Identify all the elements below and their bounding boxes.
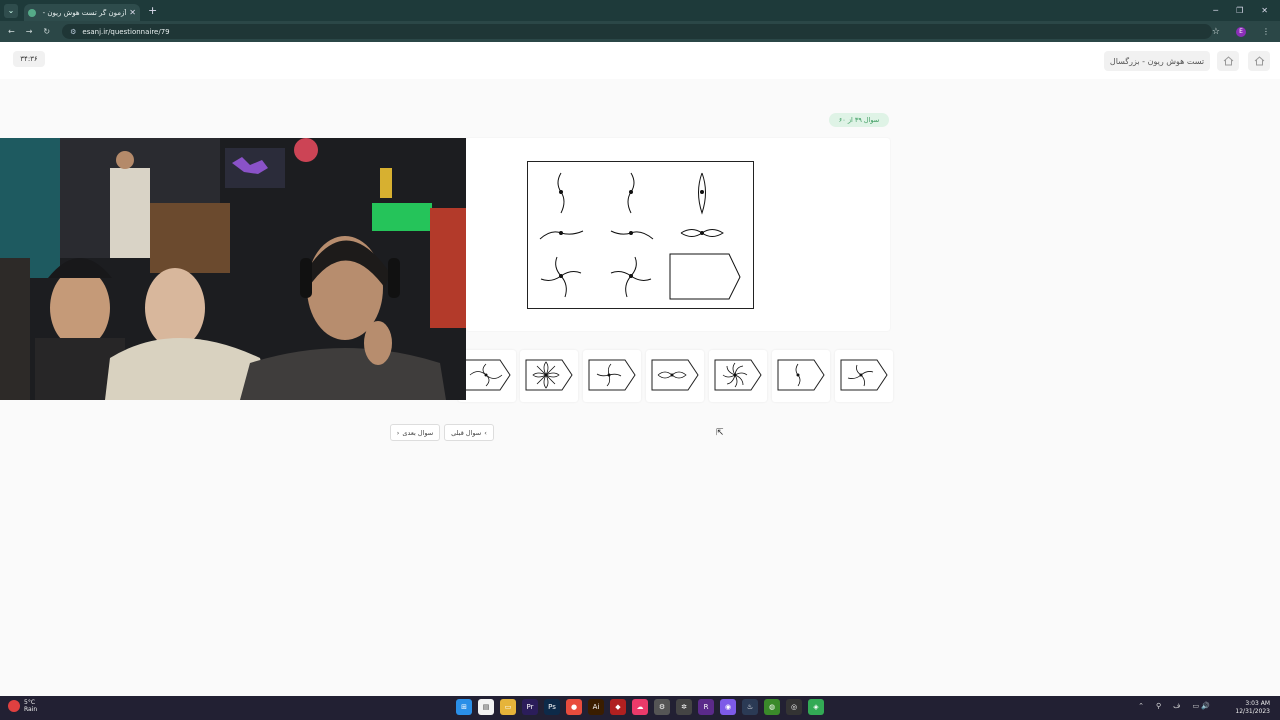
window-controls: ─ ❐ ✕ <box>1213 6 1268 15</box>
close-window-icon[interactable]: ✕ <box>1261 6 1268 15</box>
weather-icon <box>8 700 20 712</box>
microphone-icon[interactable]: ⚲ <box>1156 702 1161 710</box>
option-1[interactable] <box>458 350 516 402</box>
close-tab-icon[interactable]: ✕ <box>129 8 136 17</box>
new-tab-icon[interactable]: + <box>148 4 157 17</box>
question-counter: سوال ۳۹ از ۶۰ <box>829 113 889 127</box>
tab-search-icon[interactable]: ⌄ <box>4 3 18 18</box>
file-explorer-icon[interactable]: ▭ <box>500 699 516 715</box>
option-2[interactable] <box>520 350 578 402</box>
previous-question-button[interactable]: › سوال قبلی <box>444 424 494 441</box>
url-text: esanj.ir/questionnaire/79 <box>82 27 170 36</box>
reload-icon[interactable]: ↻ <box>43 27 50 36</box>
premiere-icon[interactable]: Pr <box>522 699 538 715</box>
language-icon[interactable]: ف <box>1173 702 1180 710</box>
back-icon[interactable]: ← <box>8 27 15 36</box>
option-3[interactable] <box>583 350 641 402</box>
profile-avatar[interactable]: E <box>1236 26 1246 37</box>
menu-kebab-icon[interactable]: ⋮ <box>1262 27 1270 36</box>
browser-green-icon[interactable]: ◍ <box>764 699 780 715</box>
active-chrome-icon[interactable]: ◈ <box>808 699 824 715</box>
chevron-left-icon: ‹ <box>396 428 400 437</box>
timer: ۳۴:۳۶ <box>13 51 45 67</box>
chrome-icon[interactable]: ● <box>566 699 582 715</box>
file-icon[interactable]: ▤ <box>478 699 494 715</box>
weather-widget[interactable]: 5°C Rain <box>8 699 37 713</box>
clock-time: 3:03 AM <box>1245 700 1270 707</box>
settings-gear-icon[interactable]: ⚙ <box>654 699 670 715</box>
taskbar-apps: ⊞ ▤ ▭ Pr Ps ● Ai ◆ ☁ ⚙ ✲ R ◉ ♨ ◍ ◎ ◈ <box>456 699 824 715</box>
network-volume-icon[interactable]: ▭ 🔊 <box>1192 702 1210 710</box>
option-5[interactable] <box>709 350 767 402</box>
home-icon-button[interactable] <box>1248 51 1270 71</box>
question-matrix-image <box>527 161 754 309</box>
browser-tab-bar: ⌄ آزمون گر تست هوش ریون - بزرگ ✕ + ─ ❐ ✕ <box>0 0 1280 21</box>
breadcrumb[interactable]: تست هوش ریون - بزرگسال <box>1104 51 1210 71</box>
option-5-figure <box>714 359 762 391</box>
r-app-icon[interactable]: R <box>698 699 714 715</box>
answer-options <box>458 350 893 402</box>
next-question-button[interactable]: سوال بعدی ‹ <box>390 424 440 441</box>
bookmark-star-icon[interactable]: ☆ <box>1212 27 1220 37</box>
system-tray: ⌃ ⚲ ف ▭ 🔊 <box>1138 702 1210 710</box>
option-6[interactable] <box>772 350 830 402</box>
restore-icon[interactable]: ❐ <box>1236 6 1243 15</box>
home-icon <box>1223 56 1233 66</box>
weather-desc: Rain <box>24 706 38 713</box>
address-toolbar: ← → ↻ ⚙ esanj.ir/questionnaire/79 ☆ E ⋮ <box>0 21 1280 42</box>
cloud-icon[interactable]: ☁ <box>632 699 648 715</box>
previous-question-label: سوال قبلی <box>451 428 482 437</box>
photoshop-icon[interactable]: Ps <box>544 699 560 715</box>
option-4-figure <box>651 359 699 391</box>
option-4[interactable] <box>646 350 704 402</box>
mouse-cursor-icon: ⇱ <box>716 428 724 438</box>
tray-chevron-up-icon[interactable]: ⌃ <box>1138 702 1144 710</box>
windows-start-icon[interactable]: ⊞ <box>456 699 472 715</box>
illustrator-icon[interactable]: Ai <box>588 699 604 715</box>
next-question-label: سوال بعدی <box>402 428 434 437</box>
option-6-figure <box>777 359 825 391</box>
option-3-figure <box>588 359 636 391</box>
option-7-figure <box>840 359 888 391</box>
home-icon <box>1254 56 1264 66</box>
site-favicon-icon <box>28 8 36 17</box>
obs-icon[interactable]: ◎ <box>786 699 802 715</box>
page-header <box>0 42 1280 79</box>
webcam-video-image <box>0 138 466 400</box>
steam-icon[interactable]: ♨ <box>742 699 758 715</box>
option-1-figure <box>463 359 511 391</box>
gear-icon[interactable]: ✲ <box>676 699 692 715</box>
site-info-icon[interactable]: ⚙ <box>70 28 76 36</box>
browser-tab[interactable]: آزمون گر تست هوش ریون - بزرگ ✕ <box>24 4 140 21</box>
weather-temp: 5°C <box>24 699 36 706</box>
discord-icon[interactable]: ◉ <box>720 699 736 715</box>
tab-title: آزمون گر تست هوش ریون - بزرگ <box>40 8 127 17</box>
clock-date: 12/31/2023 <box>1235 708 1270 715</box>
url-field[interactable]: ⚙ esanj.ir/questionnaire/79 <box>62 24 1212 39</box>
option-7[interactable] <box>835 350 893 402</box>
webcam-overlay <box>0 138 466 400</box>
taskbar-clock[interactable]: 3:03 AM 12/31/2023 <box>1235 700 1270 716</box>
home-breadcrumb-button[interactable] <box>1217 51 1239 71</box>
red-app-icon[interactable]: ◆ <box>610 699 626 715</box>
minimize-icon[interactable]: ─ <box>1213 6 1218 15</box>
option-2-figure <box>525 359 573 391</box>
forward-icon[interactable]: → <box>26 27 33 36</box>
chevron-right-icon: › <box>484 428 487 437</box>
